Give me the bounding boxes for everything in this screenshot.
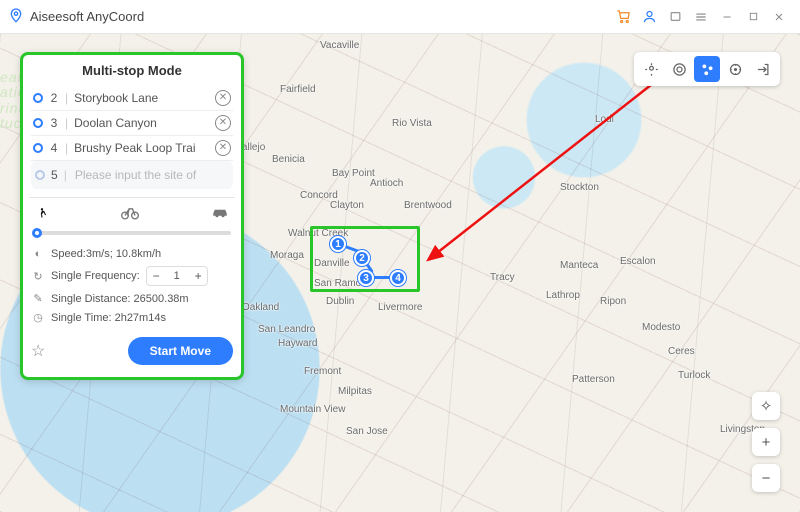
stop-row[interactable]: 2 | Storybook Lane ✕ <box>31 86 233 111</box>
close-icon[interactable] <box>766 4 792 30</box>
ruler-icon: ✎ <box>31 292 45 305</box>
remove-stop-icon[interactable]: ✕ <box>215 90 231 106</box>
stop-index: 2 <box>49 91 59 105</box>
multistop-panel: Multi-stop Mode 2 | Storybook Lane ✕ 3 |… <box>20 52 244 380</box>
favorite-icon[interactable]: ☆ <box>31 341 45 361</box>
remove-stop-icon[interactable]: ✕ <box>215 140 231 156</box>
stop-row[interactable]: 4 | Brushy Peak Loop Trai ✕ <box>31 136 233 161</box>
freq-label: Single Frequency: <box>51 270 140 282</box>
freq-value: 1 <box>165 270 189 282</box>
distance-row: ✎ Single Distance: 26500.38m <box>31 289 233 308</box>
time-row: ◷ Single Time: 2h27m14s <box>31 308 233 327</box>
stop-dot-icon <box>35 170 45 180</box>
stop-label: Doolan Canyon <box>74 116 209 130</box>
map-controls: ✧ + − <box>752 392 780 492</box>
stop-index: 3 <box>49 116 59 130</box>
minimize-icon[interactable] <box>714 4 740 30</box>
freq-minus-button[interactable]: − <box>147 268 165 284</box>
speed-readout: ◐ Speed:3m/s; 10.8km/h <box>31 245 233 263</box>
stop-row[interactable]: 3 | Doolan Canyon ✕ <box>31 111 233 136</box>
mode-exit-icon[interactable] <box>750 56 776 82</box>
main-area: eatatiorinctuc VacavilleFairfieldRio Vis… <box>0 34 800 512</box>
stop-row-empty[interactable]: 5 | <box>31 161 233 189</box>
cart-icon[interactable] <box>610 4 636 30</box>
frequency-stepper: − 1 + <box>146 266 208 286</box>
stop-label: Brushy Peak Loop Trai <box>74 141 209 155</box>
slider-knob[interactable] <box>32 228 42 238</box>
maximize-icon[interactable] <box>740 4 766 30</box>
panel-title: Multi-stop Mode <box>31 63 233 78</box>
transport-modes <box>31 206 233 225</box>
mode-walk[interactable] <box>35 206 49 225</box>
menu-icon[interactable] <box>688 4 714 30</box>
stop-label: Storybook Lane <box>74 91 209 105</box>
app-brand: Aiseesoft AnyCoord <box>8 6 144 27</box>
compass-icon[interactable]: ✧ <box>752 392 780 420</box>
distance-text: Single Distance: 26500.38m <box>51 293 189 305</box>
stop-index: 5 <box>51 168 58 182</box>
titlebar: Aiseesoft AnyCoord <box>0 0 800 34</box>
mode-locate-icon[interactable] <box>638 56 664 82</box>
speed-slider[interactable] <box>33 231 231 235</box>
gauge-icon: ◐ <box>31 248 45 260</box>
stop-input[interactable] <box>73 167 232 183</box>
stop-dot-icon <box>33 93 43 103</box>
stop-dot-icon <box>33 118 43 128</box>
stop-dot-icon <box>33 143 43 153</box>
zoom-out-button[interactable]: − <box>752 464 780 492</box>
remove-stop-icon[interactable]: ✕ <box>215 115 231 131</box>
window-icon[interactable] <box>662 4 688 30</box>
app-title: Aiseesoft AnyCoord <box>30 9 144 24</box>
map-mode-toolbar <box>634 52 780 86</box>
stop-index: 4 <box>49 141 59 155</box>
pin-icon <box>8 6 24 27</box>
repeat-icon: ↻ <box>31 270 45 283</box>
mode-car[interactable] <box>211 206 229 225</box>
mode-bike[interactable] <box>120 206 140 225</box>
mode-multistop-icon[interactable] <box>694 56 720 82</box>
mode-single-icon[interactable] <box>666 56 692 82</box>
mode-joystick-icon[interactable] <box>722 56 748 82</box>
zoom-in-button[interactable]: + <box>752 428 780 456</box>
freq-plus-button[interactable]: + <box>189 268 207 284</box>
frequency-row: ↻ Single Frequency: − 1 + <box>31 263 233 289</box>
start-move-button[interactable]: Start Move <box>128 337 233 365</box>
clock-icon: ◷ <box>31 311 45 324</box>
user-icon[interactable] <box>636 4 662 30</box>
speed-text: Speed:3m/s; 10.8km/h <box>51 248 161 260</box>
time-text: Single Time: 2h27m14s <box>51 312 166 324</box>
